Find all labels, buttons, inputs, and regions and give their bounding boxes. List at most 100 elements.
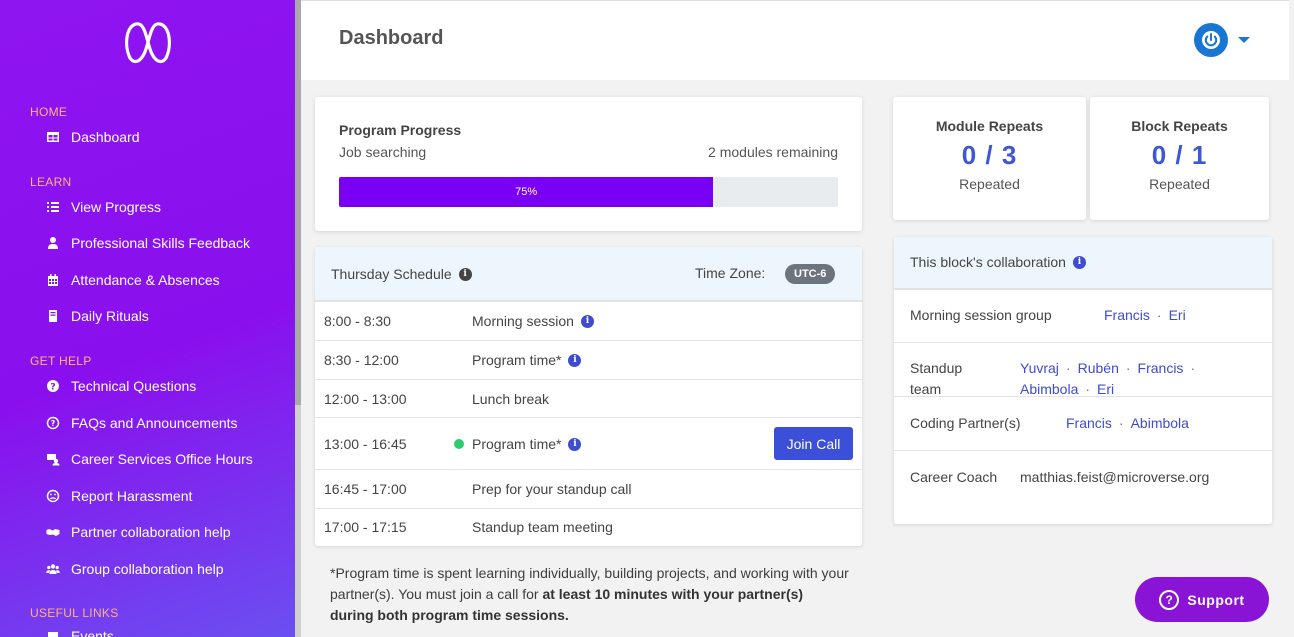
- section-title-useful-links: USEFUL LINKS: [30, 606, 119, 620]
- timezone-label: Time Zone:: [695, 265, 766, 281]
- sidebar-item-faqs[interactable]: ? FAQs and Announcements: [44, 412, 238, 434]
- career-icon: [44, 450, 62, 468]
- sidebar-item-label: Partner collaboration help: [71, 524, 231, 540]
- sidebar-item-label: Professional Skills Feedback: [71, 235, 250, 251]
- sidebar-item-partner-help[interactable]: Partner collaboration help: [44, 521, 231, 543]
- modules-remaining: 2 modules remaining: [708, 144, 838, 160]
- schedule-activity: Lunch break: [472, 391, 549, 407]
- user-menu-button[interactable]: [1194, 23, 1228, 57]
- program-progress-card: Program Progress Job searching 2 modules…: [315, 97, 862, 231]
- collaboration-title-text: This block's collaboration: [910, 254, 1066, 270]
- schedule-time: 17:00 - 17:15: [324, 519, 407, 535]
- sidebar-item-attendance[interactable]: Attendance & Absences: [44, 269, 220, 291]
- sidebar-item-label: Dashboard: [71, 129, 140, 145]
- activity-label: Lunch break: [472, 391, 550, 407]
- collab-row-career-coach: Career Coach matthias.feist@microverse.o…: [894, 450, 1272, 524]
- collab-row-coding-partners: Coding Partner(s) Francis · Abimbola: [894, 396, 1272, 450]
- svg-text:?: ?: [50, 383, 55, 393]
- collaboration-title: This block's collaboration i: [910, 254, 1086, 270]
- collab-label: Standup team: [910, 360, 963, 397]
- program-time-footnote: *Program time is spent learning individu…: [330, 563, 850, 626]
- person-link[interactable]: Francis: [1104, 307, 1150, 323]
- schedule-card: Thursday Schedule i Time Zone: UTC-6 8:0…: [315, 247, 862, 546]
- live-status-dot: [454, 439, 464, 449]
- question-circle-icon: ?: [44, 377, 62, 395]
- person-link[interactable]: Yuvraj: [1020, 360, 1059, 376]
- microverse-logo-icon[interactable]: [122, 18, 174, 64]
- person-link[interactable]: Rubén: [1078, 360, 1119, 376]
- sidebar-item-technical-questions[interactable]: ? Technical Questions: [44, 375, 196, 397]
- schedule-time: 8:00 - 8:30: [324, 313, 391, 329]
- stat-label: Repeated: [1149, 176, 1210, 192]
- sidebar-item-career-services[interactable]: Career Services Office Hours: [44, 448, 253, 470]
- collab-people: Francis · Eri: [1104, 305, 1186, 326]
- support-label: Support: [1187, 591, 1245, 608]
- separator-dot: ·: [1085, 381, 1091, 397]
- stat-label: Repeated: [959, 176, 1020, 192]
- info-icon[interactable]: i: [1072, 255, 1086, 269]
- sidebar-item-label: FAQs and Announcements: [71, 415, 238, 431]
- group-icon: [44, 560, 62, 578]
- person-link[interactable]: Abimbola: [1020, 381, 1078, 397]
- sidebar-item-daily-rituals[interactable]: Daily Rituals: [44, 305, 149, 327]
- schedule-row: 8:30 - 12:00 Program time* i: [315, 340, 862, 379]
- separator-dot: ·: [1118, 415, 1124, 431]
- section-title-learn: LEARN: [30, 175, 72, 189]
- sidebar-item-label: Report Harassment: [71, 488, 193, 504]
- person-link[interactable]: Eri: [1097, 381, 1114, 397]
- info-icon[interactable]: i: [568, 353, 582, 367]
- person-link[interactable]: Francis: [1066, 415, 1112, 431]
- info-icon[interactable]: i: [458, 267, 472, 281]
- question-circle-icon: ?: [1159, 589, 1180, 610]
- schedule-row: 17:00 - 17:15 Standup team meeting: [315, 508, 862, 546]
- calendar-icon: [44, 627, 62, 637]
- info-icon[interactable]: i: [568, 437, 582, 451]
- sidebar-item-professional-skills[interactable]: Professional Skills Feedback: [44, 232, 250, 254]
- person-link[interactable]: Abimbola: [1131, 415, 1189, 431]
- top-header: Dashboard: [301, 0, 1289, 80]
- schedule-activity: Prep for your standup call: [472, 481, 632, 497]
- sidebar-item-view-progress[interactable]: View Progress: [44, 196, 161, 218]
- schedule-row-current: 13:00 - 16:45 Program time* i Join Call: [315, 417, 862, 469]
- power-icon: [1202, 31, 1220, 49]
- stat-value: 0 / 3: [961, 140, 1018, 170]
- separator-dot: ·: [1190, 360, 1196, 376]
- sidebar-item-report-harassment[interactable]: Report Harassment: [44, 485, 192, 507]
- page-title: Dashboard: [339, 27, 444, 49]
- person-link[interactable]: Eri: [1169, 307, 1186, 323]
- sidebar-item-label: Daily Rituals: [71, 308, 149, 324]
- schedule-time: 8:30 - 12:00: [324, 352, 399, 368]
- module-repeats-card: Module Repeats 0 / 3 Repeated: [893, 97, 1086, 220]
- stat-title: Module Repeats: [935, 118, 1044, 134]
- sidebar-item-group-help[interactable]: Group collaboration help: [44, 558, 224, 580]
- activity-label: Morning session: [472, 313, 574, 329]
- schedule-row: 8:00 - 8:30 Morning session i: [315, 301, 862, 340]
- section-title-home: HOME: [30, 105, 68, 119]
- schedule-time: 13:00 - 16:45: [324, 436, 407, 452]
- activity-label: Prep for your standup call: [472, 481, 632, 497]
- support-button[interactable]: ? Support: [1135, 577, 1269, 622]
- schedule-activity: Standup team meeting: [472, 519, 613, 535]
- schedule-time: 16:45 - 17:00: [324, 481, 407, 497]
- collab-label: Career Coach: [910, 469, 998, 485]
- collab-label: Coding Partner(s): [910, 415, 1021, 431]
- person-link[interactable]: Francis: [1138, 360, 1184, 376]
- sidebar-item-label: Career Services Office Hours: [71, 451, 253, 467]
- chevron-down-icon[interactable]: [1238, 37, 1250, 43]
- info-icon[interactable]: i: [580, 314, 594, 328]
- progress-bar-fill: 75%: [339, 177, 714, 207]
- schedule-time: 12:00 - 13:00: [324, 391, 407, 407]
- sidebar-item-label: Group collaboration help: [71, 561, 224, 577]
- collab-row-standup-team: Standup team Yuvraj · Rubén · Francis · Abimbo…: [894, 342, 1272, 397]
- stat-title: Block Repeats: [1131, 118, 1228, 134]
- schedule-activity: Morning session i: [472, 313, 594, 329]
- block-repeats-card: Block Repeats 0 / 1 Repeated: [1090, 97, 1269, 220]
- schedule-title: Thursday Schedule i: [331, 266, 472, 282]
- stat-value: 0 / 1: [1151, 140, 1208, 170]
- sidebar-item-events[interactable]: Events: [44, 625, 114, 637]
- join-call-button[interactable]: Join Call: [774, 427, 853, 460]
- activity-label: Standup team meeting: [472, 519, 613, 535]
- collab-people: Francis · Abimbola: [1066, 413, 1189, 434]
- sidebar-item-dashboard[interactable]: Dashboard: [44, 126, 140, 148]
- collaboration-header: This block's collaboration i: [894, 237, 1272, 289]
